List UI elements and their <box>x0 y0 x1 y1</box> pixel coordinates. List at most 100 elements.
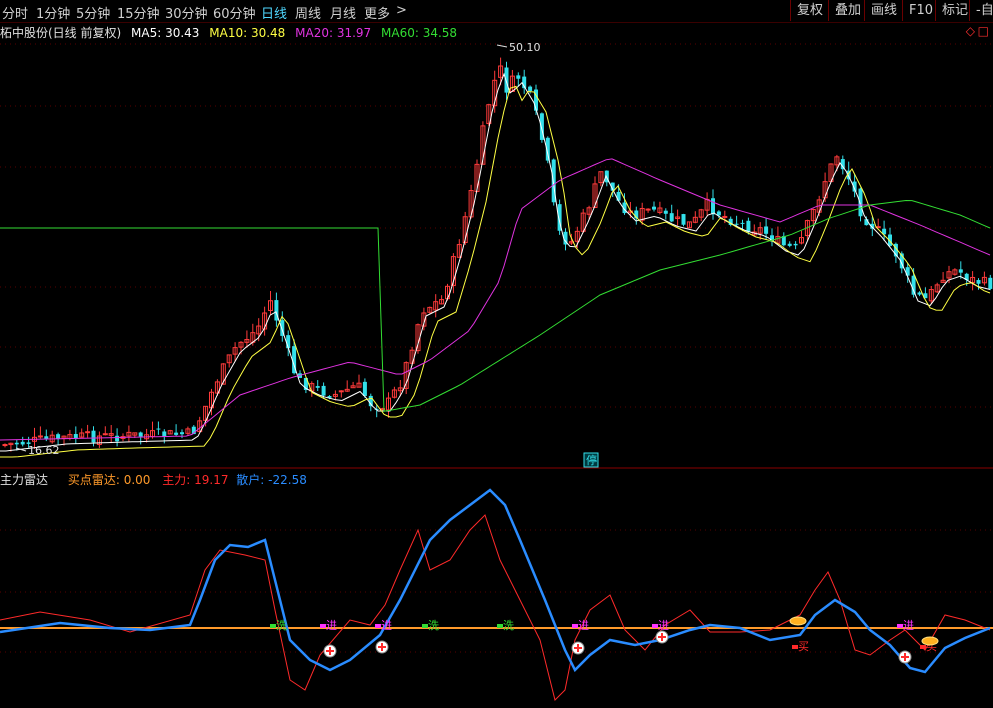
candle <box>698 208 704 222</box>
ma60-label: MA60: 34.58 <box>381 26 458 40</box>
candle-body <box>528 86 533 91</box>
candle <box>108 425 114 444</box>
candle <box>403 361 409 395</box>
candle <box>96 431 102 448</box>
candle-body <box>14 442 19 445</box>
candle-body <box>976 280 981 284</box>
candle <box>356 374 362 388</box>
candle <box>952 268 958 276</box>
candle-body <box>645 208 651 211</box>
candle-body <box>2 444 8 447</box>
candle <box>522 69 527 94</box>
candle <box>226 354 232 368</box>
candle <box>592 176 598 209</box>
candle <box>899 251 904 274</box>
candle <box>268 291 273 315</box>
candle-body <box>740 222 745 224</box>
candle <box>20 436 25 447</box>
candle <box>799 230 804 245</box>
candle <box>645 208 651 213</box>
candle-body <box>988 277 993 289</box>
high-price-label: 50.10 <box>509 41 541 54</box>
candlestick-series <box>2 57 993 452</box>
halt-marker: 停 <box>586 453 597 467</box>
candle <box>793 241 798 250</box>
buy-point-marker <box>898 650 912 664</box>
candle <box>2 443 8 448</box>
candle <box>156 421 161 435</box>
candle <box>167 429 173 435</box>
candle <box>751 224 757 237</box>
candle <box>663 208 668 220</box>
candle <box>940 272 946 283</box>
candle-body <box>734 223 739 225</box>
main-chart-legend: 柘中股份(日线 前复权) MA5: 30.43 MA10: 30.48 MA20… <box>0 24 463 40</box>
candle <box>138 431 143 445</box>
marker-bar <box>577 644 579 652</box>
candle-body <box>722 215 728 218</box>
marker-bar <box>904 653 906 661</box>
indicator-name[interactable]: 主力雷达 <box>0 473 48 487</box>
candle <box>439 295 445 305</box>
candle <box>711 189 715 220</box>
candle-body <box>162 431 167 437</box>
signal-label: 进 <box>326 619 337 632</box>
candle <box>875 218 881 229</box>
candle <box>917 291 922 297</box>
candle <box>126 425 132 442</box>
candle <box>79 428 85 438</box>
candle-body <box>663 210 668 214</box>
candle <box>144 428 150 443</box>
candle <box>681 213 686 227</box>
candle <box>73 426 78 444</box>
candle-body <box>917 292 922 295</box>
candle-body <box>504 67 509 93</box>
main-force-label: 主力: 19.17 <box>162 473 229 487</box>
candle <box>692 211 698 224</box>
candle-body <box>793 243 798 246</box>
candle <box>686 221 692 229</box>
retail-line <box>0 488 991 674</box>
marker-bar <box>661 633 663 641</box>
candle <box>185 426 191 436</box>
buy-radar-label: 买点雷达: 0.00 <box>67 473 151 487</box>
square-icon[interactable]: □ <box>978 24 989 38</box>
candle <box>787 241 792 248</box>
kline-chart[interactable]: 50.1016.62停 洗进进洗洗进进买进买 <box>0 0 993 708</box>
candle <box>704 192 710 216</box>
buy-point-marker <box>375 640 389 654</box>
candle-body <box>958 269 963 273</box>
marker-bar <box>381 643 383 651</box>
moving-average-lines <box>0 72 991 458</box>
candle <box>757 222 763 240</box>
price-annotations: 50.10 16.62 停 <box>15 41 599 468</box>
main-force-line <box>0 514 991 701</box>
candle <box>150 421 155 439</box>
signal-label: 进 <box>903 619 914 632</box>
candle-body <box>180 432 184 435</box>
candle-body <box>20 441 25 445</box>
candle-body <box>652 206 656 210</box>
candle <box>102 426 108 436</box>
candle <box>350 381 356 389</box>
candle <box>298 370 302 379</box>
candle-body <box>85 431 91 434</box>
candle-body <box>516 75 521 79</box>
candle <box>675 209 681 226</box>
candle-body <box>711 198 715 215</box>
ma20-label: MA20: 31.97 <box>295 26 372 40</box>
candle-body <box>115 435 120 442</box>
high-price-pointer <box>496 44 508 48</box>
candle <box>391 386 397 399</box>
candle-body <box>362 381 367 396</box>
retail-label: 散户: -22.58 <box>236 473 307 487</box>
diamond-icon[interactable]: ◇ <box>966 24 975 38</box>
candle <box>988 274 993 291</box>
candle <box>586 205 592 221</box>
candle-body <box>315 386 320 388</box>
candle <box>433 294 439 318</box>
candle-body <box>321 385 326 396</box>
candle <box>180 429 184 439</box>
candle-body <box>669 213 674 222</box>
candle <box>85 424 91 438</box>
